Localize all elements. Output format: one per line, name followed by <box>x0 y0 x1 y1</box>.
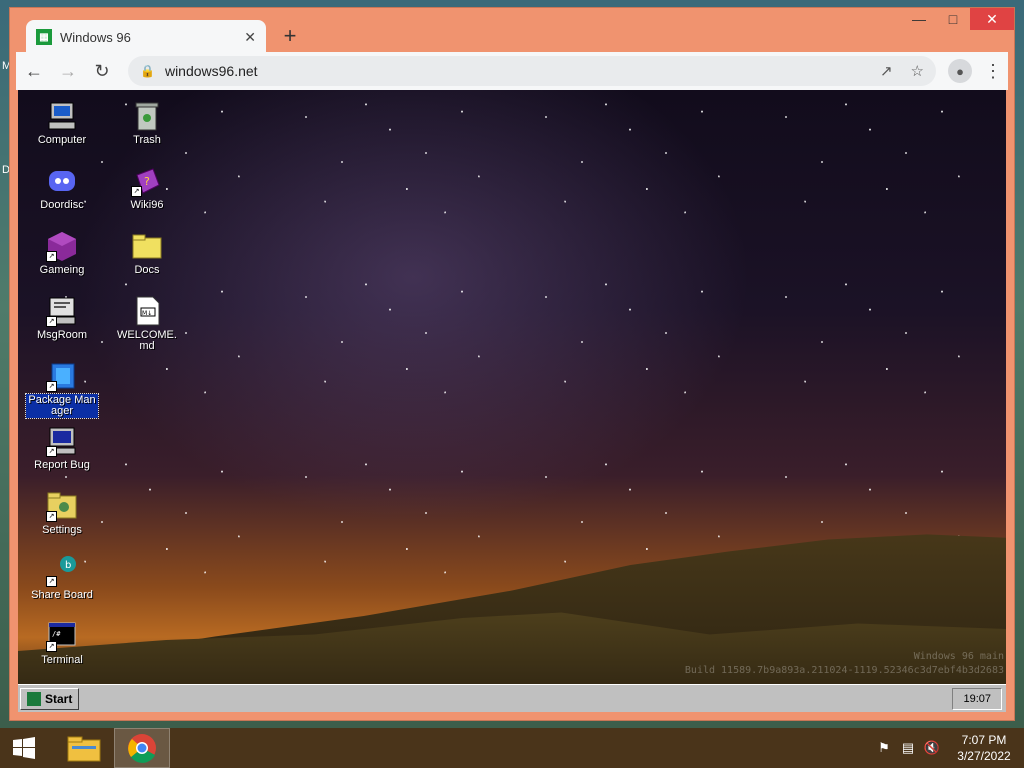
svg-text:b: b <box>65 560 71 571</box>
network-icon[interactable]: ▤ <box>896 740 920 756</box>
icon-label: MsgRoom <box>36 329 88 341</box>
host-taskbar: ⚑ ▤ 🔇 7:07 PM 3/27/2022 <box>0 728 1024 768</box>
share-icon[interactable]: ↗ <box>880 62 893 80</box>
icon-label: Gameing <box>39 264 85 276</box>
icon-label: Settings <box>42 524 82 536</box>
icon-label: WELCOME.md <box>117 329 177 352</box>
icon-label: Package Manager <box>25 393 99 419</box>
svg-text:/#: /# <box>52 630 61 638</box>
monitor-icon: ↗ <box>46 425 78 457</box>
desktop-icon-welcome-md[interactable]: M↓ WELCOME.md <box>111 295 183 353</box>
browser-window: — □ ✕ ▦ Windows 96 ✕ + ← → ↻ 🔒 windows96… <box>10 8 1014 720</box>
desktop-icon-computer[interactable]: Computer <box>26 100 98 147</box>
terminal-icon: /# ↗ <box>46 620 78 652</box>
package-icon: ↗ <box>46 360 78 392</box>
windows96-taskbar: Start 19:07 <box>18 684 1006 712</box>
windows96-favicon-icon: ▦ <box>36 29 52 45</box>
watermark-line-1: Windows 96 main <box>913 651 1004 662</box>
shortcut-arrow-icon: ↗ <box>46 511 57 522</box>
shortcut-arrow-icon: ↗ <box>46 381 57 392</box>
clock-time: 7:07 PM <box>961 733 1007 747</box>
folder-icon <box>131 230 163 262</box>
msgroom-icon: ↗ <box>46 295 78 327</box>
action-center-flag-icon[interactable]: ⚑ <box>872 740 896 756</box>
desktop-icon-trash[interactable]: Trash <box>111 100 183 147</box>
desktop-icon-report-bug[interactable]: ↗ Report Bug <box>26 425 98 472</box>
bookmark-star-icon[interactable]: ☆ <box>911 62 924 80</box>
trash-icon <box>131 100 163 132</box>
browser-toolbar: ← → ↻ 🔒 windows96.net ↗ ☆ ● ⋮ <box>16 52 1008 90</box>
icon-label: Terminal <box>41 654 83 666</box>
forward-icon[interactable]: → <box>52 55 84 87</box>
watermark-line-2: Build 11589.7b9a893a.211024-1119.52346c3… <box>684 665 1004 676</box>
maximize-icon[interactable]: □ <box>936 8 970 30</box>
desktop-icon-docs[interactable]: Docs <box>111 230 183 277</box>
shortcut-arrow-icon: ↗ <box>46 316 57 327</box>
file-explorer-icon[interactable] <box>56 728 112 768</box>
desktop-icon-settings[interactable]: ↗ Settings <box>26 490 98 537</box>
close-icon[interactable]: ✕ <box>970 8 1014 30</box>
shortcut-arrow-icon: ↗ <box>46 576 57 587</box>
url-text[interactable]: windows96.net <box>165 63 862 79</box>
markdown-file-icon: M↓ <box>131 295 163 327</box>
build-watermark: Windows 96 main Build 11589.7b9a893a.211… <box>685 650 1004 678</box>
desktop-icon-share-board[interactable]: b ↗ Share Board <box>26 555 98 602</box>
icon-label: Doordisc <box>40 199 84 211</box>
windows96-logo-icon <box>27 692 41 706</box>
svg-text:M↓: M↓ <box>142 310 152 317</box>
icon-label: Wiki96 <box>130 199 164 211</box>
shortcut-arrow-icon: ↗ <box>46 251 57 262</box>
svg-text:?: ? <box>144 175 150 188</box>
icon-label: Report Bug <box>34 459 90 471</box>
window-controls: — □ ✕ <box>902 8 1014 30</box>
clock-date: 3/27/2022 <box>957 749 1011 763</box>
host-desktop-label-2: D <box>2 164 10 176</box>
tab-title: Windows 96 <box>60 29 131 45</box>
start-button[interactable]: Start <box>20 688 80 710</box>
new-tab-icon[interactable]: + <box>276 22 304 50</box>
doordisc-icon <box>46 165 78 197</box>
icon-label: Docs <box>134 264 160 276</box>
start-label: Start <box>45 692 73 706</box>
back-icon[interactable]: ← <box>18 55 50 87</box>
windows96-desktop[interactable]: Computer Doordisc ↗ Gameing ↗ MsgRoom ↗ … <box>18 90 1006 712</box>
tab-close-icon[interactable]: ✕ <box>244 29 256 46</box>
clock-time: 19:07 <box>963 693 991 705</box>
icon-label: Share Board <box>31 589 93 601</box>
chrome-icon[interactable] <box>114 728 170 768</box>
address-bar[interactable]: 🔒 windows96.net ↗ ☆ <box>128 56 936 86</box>
minimize-icon[interactable]: — <box>902 8 936 30</box>
shortcut-arrow-icon: ↗ <box>131 186 142 197</box>
wiki-book-icon: ? ↗ <box>131 165 163 197</box>
desktop-icon-doordisc[interactable]: Doordisc <box>26 165 98 212</box>
browser-menu-icon[interactable]: ⋮ <box>984 61 1002 82</box>
desktop-icon-terminal[interactable]: /# ↗ Terminal <box>26 620 98 667</box>
desktop-icon-gameing[interactable]: ↗ Gameing <box>26 230 98 277</box>
system-clock[interactable]: 7:07 PM 3/27/2022 <box>944 732 1024 764</box>
profile-avatar-icon[interactable]: ● <box>948 59 972 83</box>
desktop-icon-package-manager[interactable]: ↗ Package Manager <box>25 360 99 419</box>
desktop-icon-wiki96[interactable]: ? ↗ Wiki96 <box>111 165 183 212</box>
taskbar-clock[interactable]: 19:07 <box>952 688 1002 710</box>
windows-start-icon[interactable] <box>0 728 48 768</box>
share-board-icon: b ↗ <box>46 555 78 587</box>
icon-label: Trash <box>133 134 161 146</box>
volume-muted-icon[interactable]: 🔇 <box>920 740 944 756</box>
desktop-icon-msgroom[interactable]: ↗ MsgRoom <box>26 295 98 342</box>
computer-icon <box>46 100 78 132</box>
shortcut-arrow-icon: ↗ <box>46 641 57 652</box>
settings-folder-icon: ↗ <box>46 490 78 522</box>
reload-icon[interactable]: ↻ <box>86 55 118 87</box>
shortcut-arrow-icon: ↗ <box>46 446 57 457</box>
lock-icon[interactable]: 🔒 <box>140 64 155 78</box>
browser-tab[interactable]: ▦ Windows 96 ✕ <box>26 20 266 54</box>
system-tray: ⚑ ▤ 🔇 7:07 PM 3/27/2022 <box>872 728 1024 768</box>
cube-icon: ↗ <box>46 230 78 262</box>
icon-label: Computer <box>37 134 87 146</box>
